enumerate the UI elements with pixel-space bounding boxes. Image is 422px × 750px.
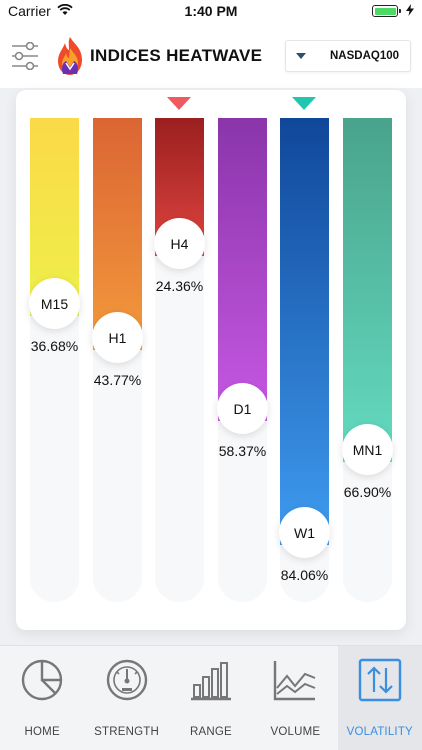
percent-value: 66.90% xyxy=(343,484,392,500)
timeframe-label: D1 xyxy=(217,383,268,434)
heatwave-chart-card: M15 36.68% H1 43.77% H4 24.36% D1 58.37% W1 84.06… xyxy=(16,90,406,630)
tab-strength-label: STRENGTH xyxy=(94,726,159,738)
bar-fill xyxy=(343,118,392,462)
tab-volatility-label: VOLATILITY xyxy=(346,726,413,738)
line-chart-icon xyxy=(273,658,317,702)
caret-down-icon xyxy=(296,53,306,59)
charging-bolt-icon xyxy=(406,3,414,19)
tab-volatility[interactable]: VOLATILITY xyxy=(337,646,422,750)
bar-fill xyxy=(280,118,329,545)
bar-chart-icon xyxy=(189,658,233,702)
tab-volume-label: VOLUME xyxy=(270,726,321,738)
up-down-arrows-icon xyxy=(358,658,402,702)
triangle-marker-icon xyxy=(292,97,316,110)
timeframe-label: MN1 xyxy=(342,424,393,475)
timeframe-label: H1 xyxy=(92,312,143,363)
triangle-marker-icon xyxy=(167,97,191,110)
selected-index-value: NASDAQ100 xyxy=(330,50,400,62)
timeframe-label: M15 xyxy=(29,278,80,329)
bar-column-m15[interactable]: M15 36.68% xyxy=(29,118,80,602)
bottom-tab-bar: HOME STRENGTH RANGE VOLUME VOLATILITY xyxy=(0,645,422,750)
tab-home-label: HOME xyxy=(24,726,60,738)
wifi-icon xyxy=(57,3,73,19)
index-selector-dropdown[interactable]: NASDAQ100 xyxy=(285,40,411,72)
app-screen: Carrier 1:40 PM INDICES HEATWAVE NASDAQ1… xyxy=(0,0,422,750)
carrier-label: Carrier xyxy=(8,3,51,19)
bar-column-h1[interactable]: H1 43.77% xyxy=(92,118,143,602)
filter-settings-icon[interactable] xyxy=(10,41,40,71)
timeframe-label: H4 xyxy=(154,218,205,269)
bar-column-w1[interactable]: W1 84.06% xyxy=(279,97,330,602)
tab-range-label: RANGE xyxy=(190,726,232,738)
bar-column-mn1[interactable]: MN1 66.90% xyxy=(342,118,393,602)
app-logo-icon xyxy=(55,36,85,76)
percent-value: 24.36% xyxy=(155,278,204,294)
status-bar: Carrier 1:40 PM xyxy=(0,0,422,22)
status-left: Carrier xyxy=(8,3,73,19)
percent-value: 58.37% xyxy=(218,443,267,459)
status-right xyxy=(372,3,414,19)
bar-column-h4[interactable]: H4 24.36% xyxy=(154,97,205,602)
tab-volume[interactable]: VOLUME xyxy=(253,646,337,750)
tab-strength[interactable]: STRENGTH xyxy=(84,646,168,750)
gauge-icon xyxy=(105,658,149,702)
bar-column-d1[interactable]: D1 58.37% xyxy=(217,118,268,602)
tab-home[interactable]: HOME xyxy=(0,646,84,750)
app-title: INDICES HEATWAVE xyxy=(90,46,263,65)
battery-icon xyxy=(372,5,401,17)
pie-chart-icon xyxy=(20,658,64,702)
bar-fill xyxy=(218,118,267,421)
percent-value: 36.68% xyxy=(30,338,79,354)
timeframe-label: W1 xyxy=(279,507,330,558)
app-header: INDICES HEATWAVE NASDAQ100 xyxy=(0,22,422,88)
tab-range[interactable]: RANGE xyxy=(169,646,253,750)
percent-value: 43.77% xyxy=(93,372,142,388)
percent-value: 84.06% xyxy=(280,567,329,583)
